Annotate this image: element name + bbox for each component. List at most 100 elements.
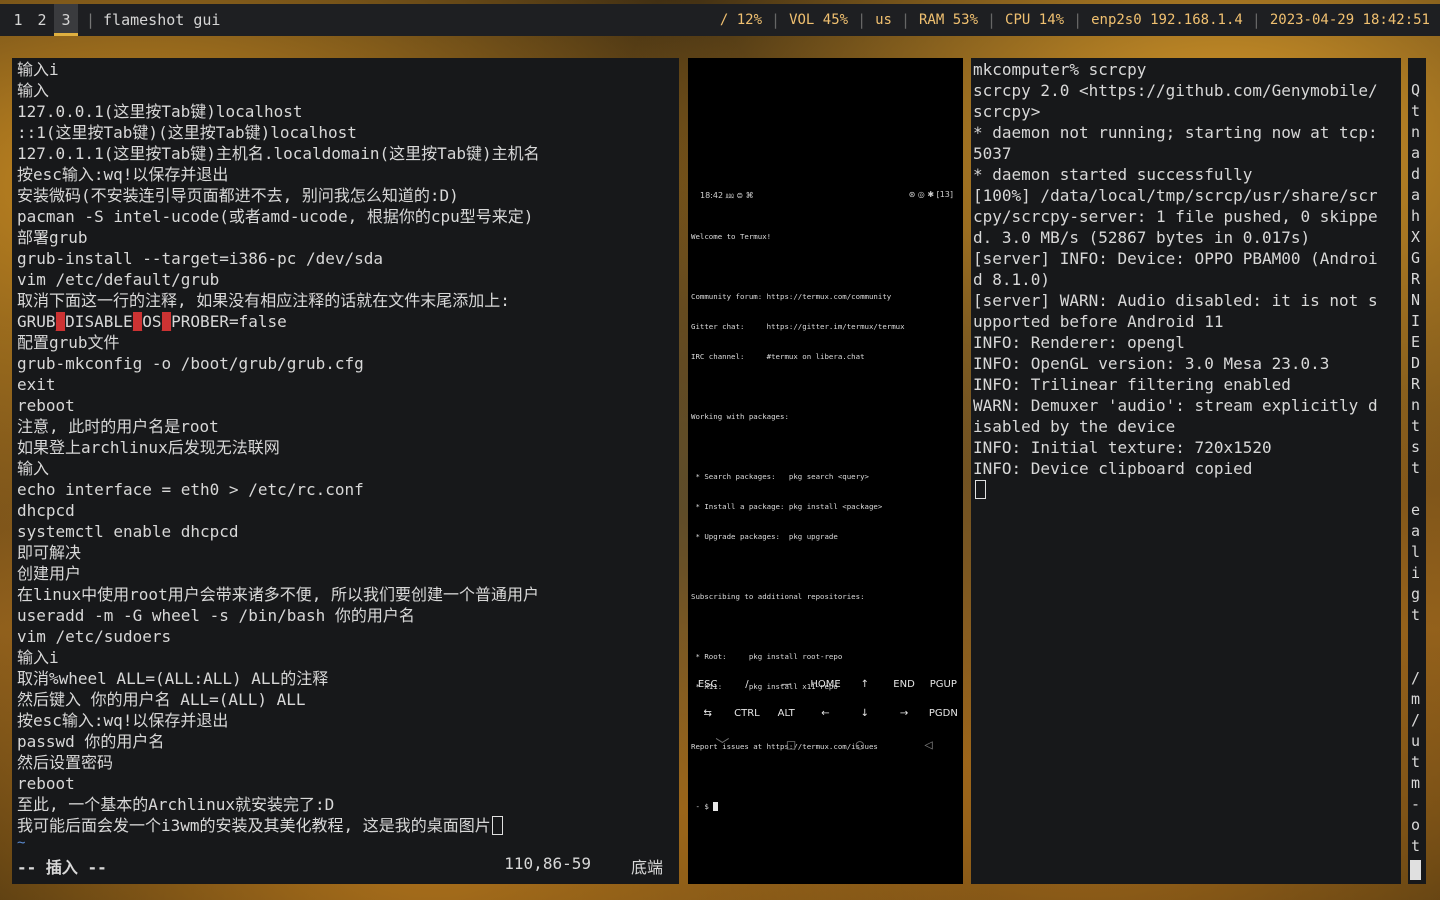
key-alt[interactable]: ALT [767,708,806,719]
terminal-line: INFO: Renderer: opengl [973,333,1185,352]
key-tab[interactable]: ⇆ [688,708,727,719]
vim-current-text: 我可能后面会发一个i3wm的安装及其美化教程, 这是我的桌面图片 [17,816,491,835]
narrow-terminal-char: X [1411,228,1421,246]
vim-line: 在linux中使用root用户会带来诸多不便, 所以我们要创建一个普通用户 [17,585,539,604]
key-esc[interactable]: ESC [688,679,727,690]
workspace-1-button[interactable]: 1 [6,4,30,36]
scrcpy-phone-mirror-window[interactable]: 18:42 ⅏ ⊜ ⌘ ⊛ ◎ ✱ [13] Welcome to Termux… [688,58,963,884]
vim-mode-indicator: -- 插入 -- [17,858,107,877]
key-pgdn[interactable]: PGDN [924,708,963,719]
vim-line: pacman -S intel-ucode(或者amd-ucode, 根据你的c… [17,207,534,226]
narrow-terminal-char: u [1411,732,1421,750]
vim-line: 创建用户 [17,564,82,583]
vim-line-current: 我可能后面会发一个i3wm的安装及其美化教程, 这是我的桌面图片 [17,815,679,836]
workspace-2-button[interactable]: 2 [30,4,54,36]
vim-line: 安装微码(不安装连引导页面都进不去, 别问我怎么知道的:D) [17,186,459,205]
termux-line: * Root: pkg install root-repo [691,652,843,661]
narrow-terminal-char: s [1411,438,1421,456]
network-status: enp2s0 192.168.1.4 [1091,12,1243,28]
terminal-line: INFO: Trilinear filtering enabled [973,375,1291,394]
narrow-terminal-char: i [1411,564,1421,582]
narrow-terminal-char: t [1411,417,1421,435]
narrow-terminal-char: / [1411,669,1421,687]
top-status-bar: 1 2 3 | flameshot gui / 12% | VOL 45% | … [0,4,1440,36]
vim-line: echo interface = eth0 > /etc/rc.conf [17,480,364,499]
narrow-terminal-char: t [1411,606,1421,624]
phone-status-bar: 18:42 ⅏ ⊜ ⌘ ⊛ ◎ ✱ [13] [700,190,953,201]
narrow-terminal-window[interactable]: Q t n a d a h X G R N I E D R n t s t e … [1408,58,1426,884]
narrow-terminal-char: t [1411,459,1421,477]
terminal-line: [server] WARN: Audio disabled: it is not… [973,291,1378,310]
keyboard-layout-status: us [875,12,892,28]
vim-line: 注意, 此时的用户名是root [17,417,219,436]
key-arrow-left[interactable]: ← [806,708,845,719]
extra-keys-row-1: ESC / — HOME ↑ END PGUP [688,670,963,699]
narrow-terminal-char: / [1411,711,1421,729]
workspace-3-button[interactable]: 3 [54,4,78,36]
key-arrow-right[interactable]: → [884,708,923,719]
terminal-line: d. 3.0 MB/s (52867 bytes in 0.017s) [973,228,1311,247]
key-home[interactable]: HOME [806,679,845,690]
terminal-line: [100%] /data/local/tmp/scrcp/usr/share/s… [973,186,1378,205]
vim-line: dhcpcd [17,501,75,520]
narrow-terminal-char: m [1411,774,1421,792]
back-icon[interactable]: ◁ [894,737,963,753]
narrow-terminal-char: D [1411,354,1421,372]
key-arrow-up[interactable]: ↑ [845,679,884,690]
terminal-line: d 8.1.0) [973,270,1051,289]
termux-prompt-line: - $ [691,802,959,812]
terminal-line: upported before Android 11 [973,312,1224,331]
key-arrow-down[interactable]: ↓ [845,708,884,719]
vim-line: reboot [17,396,75,415]
vim-line: vim /etc/default/grub [17,270,220,289]
narrow-terminal-char [1411,59,1426,80]
key-slash[interactable]: / [727,679,766,690]
termux-line: Welcome to Termux! [691,232,772,241]
termux-line: Subscribing to additional repositories: [691,592,865,601]
highlighted-underscore: _ [132,312,143,331]
key-pgup[interactable]: PGUP [924,679,963,690]
termux-line [691,772,959,782]
narrow-terminal-output: Q t n a d a h X G R N I E D R n t s t e … [1408,58,1426,857]
grub-part: GRUB [17,312,56,331]
termux-line: Gitter chat: https://gitter.im/termux/te… [691,322,905,331]
volume-status[interactable]: VOL 45% [789,12,848,28]
narrow-terminal-char: t [1411,837,1421,855]
terminal-output[interactable]: mkcomputer% scrcpy scrcpy 2.0 <https://g… [973,58,1401,500]
terminal-line: 5037 [973,144,1012,163]
hide-keyboard-icon[interactable]: ﹀ [688,735,757,755]
narrow-terminal-char: Q [1411,81,1421,99]
cpu-status: CPU 14% [1005,12,1065,28]
vim-editor-window[interactable]: 输入i 输入 127.0.0.1(这里按Tab键)localhost ::1(这… [12,58,679,884]
terminal-window[interactable]: mkcomputer% scrcpy scrcpy 2.0 <https://g… [971,58,1401,884]
vim-line: 127.0.1.1(这里按Tab键)主机名.localdomain(这里按Tab… [17,144,540,163]
narrow-terminal-char: I [1411,312,1421,330]
vim-line: grub-mkconfig -o /boot/grub/grub.cfg [17,354,364,373]
vim-line: 按esc输入:wq!以保存并退出 [17,711,229,730]
narrow-terminal-char: h [1411,207,1421,225]
narrow-terminal-char: d [1411,165,1421,183]
termux-line: Working with packages: [691,412,789,421]
key-ctrl[interactable]: CTRL [727,708,766,719]
terminal-line: WARN: Demuxer 'audio': stream explicitly… [973,396,1378,415]
recents-icon[interactable]: □ [757,737,826,753]
narrow-terminal-char: E [1411,333,1421,351]
terminal-line: * daemon not running; starting now at tc… [973,123,1378,142]
key-dash[interactable]: — [767,679,806,690]
grub-part: OS [142,312,162,331]
home-icon[interactable]: ○ [826,737,895,753]
vim-line: 如果登上archlinux后发现无法联网 [17,438,280,457]
vim-line-grub-disable-os-prober: GRUB_DISABLE_OS_PROBER=false [17,311,679,332]
disk-usage-status: / 12% [719,12,763,28]
highlighted-underscore: _ [161,312,172,331]
narrow-terminal-char [1411,647,1426,668]
terminal-cursor [975,480,986,499]
scroll-position: 底端 [630,858,663,877]
terminal-line: scrcpy> [973,102,1041,121]
termux-line [691,382,959,392]
key-end[interactable]: END [884,679,923,690]
termux-line [691,442,959,452]
vim-buffer[interactable]: 输入i 输入 127.0.0.1(这里按Tab键)localhost ::1(这… [17,58,679,850]
terminal-line: INFO: OpenGL version: 3.0 Mesa 23.0.3 [973,354,1330,373]
grub-part: PROBER=false [171,312,287,331]
